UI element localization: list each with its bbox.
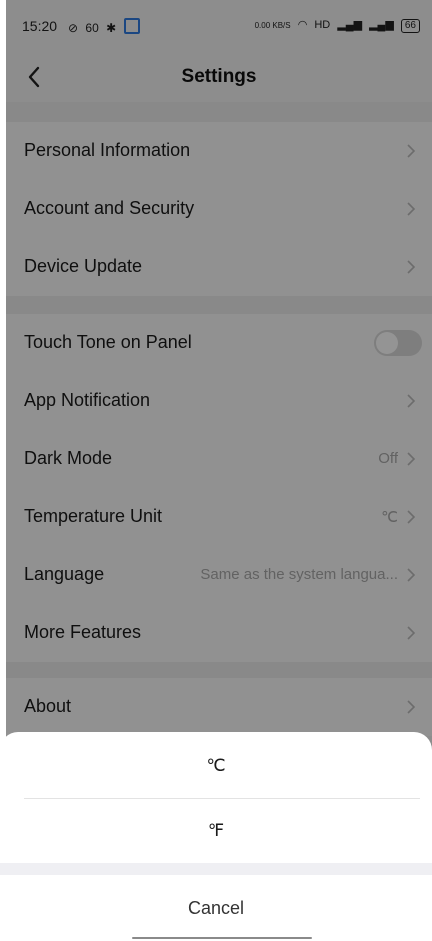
option-celsius[interactable]: ℃ [0, 734, 432, 798]
option-label: ℉ [207, 821, 225, 840]
option-fahrenheit[interactable]: ℉ [0, 799, 432, 863]
cancel-label: Cancel [187, 898, 245, 918]
sheet-gap [0, 863, 432, 875]
temperature-unit-sheet: ℃ ℉ Cancel [0, 732, 432, 941]
option-label: ℃ [206, 756, 226, 775]
home-indicator [132, 937, 312, 939]
cancel-button[interactable]: Cancel [0, 877, 432, 939]
